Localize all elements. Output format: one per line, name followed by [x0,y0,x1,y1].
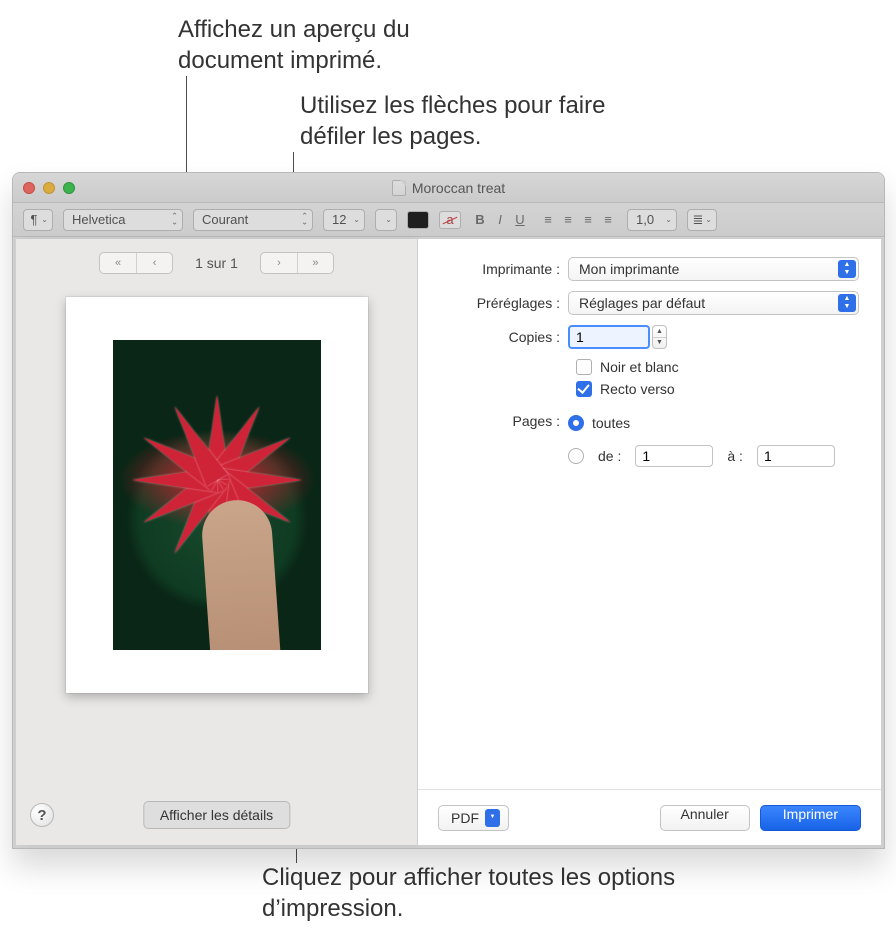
font-size-value: 12 [332,212,346,227]
pages-to-input[interactable] [757,445,835,467]
pages-all-radio[interactable] [568,415,584,431]
bw-label: Noir et blanc [600,359,679,375]
page-navigation: « ‹ 1 sur 1 › » [99,251,334,275]
clear-style-button[interactable] [439,211,461,229]
document-title-text: Moroccan treat [412,180,505,196]
pages-range-radio[interactable] [568,448,584,464]
stepper-up-icon: ▲ [653,326,666,338]
presets-label: Préréglages : [440,295,568,311]
dialog-footer: PDF ▼ Annuler Imprimer [418,789,881,845]
preview-page [66,297,368,693]
document-title: Moroccan treat [13,180,884,196]
nav-forward-group: › » [260,252,334,274]
traffic-lights [23,182,75,194]
bw-checkbox-row: Noir et blanc [576,359,859,375]
align-right-button[interactable]: ≡ [579,211,597,229]
duplex-checkbox[interactable] [576,381,592,397]
presets-value: Réglages par défaut [579,295,705,311]
font-family-select[interactable]: Helvetica⌃⌄ [63,209,183,231]
pages-all-label: toutes [592,415,630,431]
preview-image [113,340,321,650]
callout-preview: Affichez un aperçu du document imprimé. [178,14,518,76]
pages-label: Pages : [440,411,568,429]
copies-stepper[interactable]: ▲ ▼ [652,325,667,349]
italic-button[interactable]: I [491,211,509,229]
select-arrows-icon: ▲▼ [838,260,856,278]
last-page-button[interactable]: » [297,253,333,273]
printer-value: Mon imprimante [579,261,679,277]
help-button[interactable]: ? [30,803,54,827]
align-center-button[interactable]: ≡ [559,211,577,229]
prev-page-button[interactable]: ‹ [136,253,172,273]
titlebar: Moroccan treat [13,173,884,203]
printer-label: Imprimante : [440,261,568,277]
close-window-button[interactable] [23,182,35,194]
presets-select[interactable]: Réglages par défaut ▲▼ [568,291,859,315]
cancel-button[interactable]: Annuler [660,805,750,831]
print-dialog: « ‹ 1 sur 1 › » [16,239,881,845]
align-justify-button[interactable]: ≡ [599,211,617,229]
select-arrows-icon: ▲▼ [838,294,856,312]
text-color-swatch[interactable] [407,211,429,229]
app-window: Moroccan treat ⌄ Helvetica⌃⌄ Courant⌃⌄ 1… [12,172,885,849]
bold-button[interactable]: B [471,211,489,229]
copies-label: Copies : [440,329,568,345]
minimize-window-button[interactable] [43,182,55,194]
print-options-panel: Imprimante : Mon imprimante ▲▼ Préréglag… [418,239,881,845]
nav-back-group: « ‹ [99,252,173,274]
show-details-button[interactable]: Afficher les détails [143,801,290,829]
copies-input[interactable] [568,325,650,349]
text-style-group: B I U [471,211,529,229]
pages-to-label: à : [727,448,743,464]
font-family-value: Helvetica [72,212,125,227]
pages-range-row: de : à : [568,445,835,467]
duplex-checkbox-row: Recto verso [576,381,859,397]
alignment-group: ≡ ≡ ≡ ≡ [539,211,617,229]
format-toolbar: ⌄ Helvetica⌃⌄ Courant⌃⌄ 12⌄ ⌄ B I U ≡ ≡ … [13,203,884,237]
printer-select[interactable]: Mon imprimante ▲▼ [568,257,859,281]
align-left-button[interactable]: ≡ [539,211,557,229]
document-icon [392,180,406,196]
pdf-menu-button[interactable]: PDF ▼ [438,805,509,831]
callout-arrows: Utilisez les flèches pour faire défiler … [300,90,650,152]
font-size-stepper[interactable]: ⌄ [375,209,397,231]
next-page-button[interactable]: › [261,253,297,273]
print-preview-panel: « ‹ 1 sur 1 › » [16,239,418,845]
underline-button[interactable]: U [511,211,529,229]
copies-row: Copies : ▲ ▼ [440,325,859,349]
pages-from-input[interactable] [635,445,713,467]
stepper-down-icon: ▼ [653,338,666,349]
font-style-select[interactable]: Courant⌃⌄ [193,209,313,231]
callout-details: Cliquez pour afficher toutes les options… [262,862,682,924]
font-size-select[interactable]: 12⌄ [323,209,365,231]
pages-row: Pages : toutes de : à : [440,411,859,471]
bw-checkbox[interactable] [576,359,592,375]
presets-row: Préréglages : Réglages par défaut ▲▼ [440,291,859,315]
printer-row: Imprimante : Mon imprimante ▲▼ [440,257,859,281]
paragraph-style-select[interactable]: ⌄ [23,209,53,231]
zoom-window-button[interactable] [63,182,75,194]
chevron-down-icon: ▼ [485,809,500,827]
print-button[interactable]: Imprimer [760,805,861,831]
duplex-label: Recto verso [600,381,675,397]
pdf-menu-label: PDF [451,810,479,826]
font-style-value: Courant [202,212,248,227]
pages-all-row: toutes [568,415,835,431]
list-style-select[interactable]: ≣⌄ [687,209,717,231]
page-counter: 1 sur 1 [195,255,238,271]
line-spacing-value: 1,0 [636,212,654,227]
line-spacing-select[interactable]: 1,0⌄ [627,209,677,231]
first-page-button[interactable]: « [100,253,136,273]
pages-from-label: de : [598,448,621,464]
